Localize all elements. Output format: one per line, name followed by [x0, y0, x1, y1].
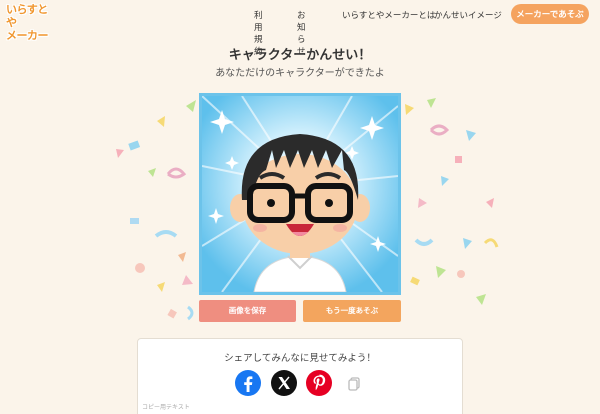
pinterest-share-button[interactable]	[306, 370, 332, 396]
play-maker-button[interactable]: メーカーであそぶ	[511, 4, 589, 24]
nav-item-about[interactable]: いらすとやメーカーとは	[342, 9, 435, 21]
facebook-icon	[244, 376, 253, 392]
x-share-button[interactable]	[271, 370, 297, 396]
site-logo[interactable]: いらすとや メーカー	[6, 3, 52, 42]
share-panel: シェアしてみんなに見せてみよう！ コピー用テキスト	[137, 338, 463, 414]
page-subtitle: あなただけのキャラクターができたよ	[215, 68, 385, 79]
site-header: いらすとや メーカー 利用規約 お知らせ いらすとやメーカーとは かんせいイメー…	[0, 0, 600, 57]
logo-line-2: メーカー	[6, 29, 49, 42]
logo-line-1: いらすとや	[6, 3, 48, 29]
copy-text-label: コピー用テキスト	[142, 404, 190, 411]
copy-text-button[interactable]	[341, 370, 367, 396]
character-illustration	[202, 96, 398, 292]
x-icon	[278, 376, 290, 390]
save-image-button[interactable]: 画像を保存	[199, 300, 296, 322]
page-title: キャラクターかんせい！	[228, 48, 372, 63]
nav-item-sample-images[interactable]: かんせいイメージ	[434, 9, 502, 21]
play-again-button[interactable]: もう一度あそぶ	[303, 300, 401, 322]
share-title: シェアしてみんなに見せてみよう！	[224, 353, 376, 364]
facebook-share-button[interactable]	[235, 370, 261, 396]
character-image	[199, 93, 401, 295]
copy-icon	[348, 377, 360, 391]
pinterest-icon	[313, 374, 326, 391]
